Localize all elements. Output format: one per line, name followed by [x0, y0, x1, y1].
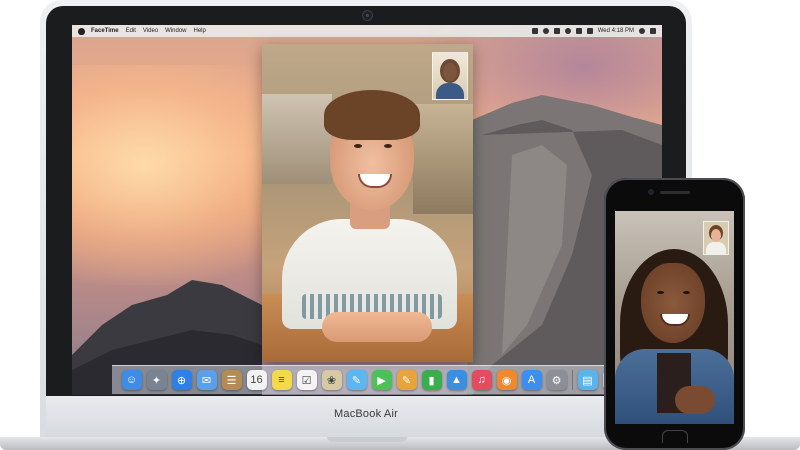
finder-icon[interactable]: ☺ [121, 370, 142, 390]
apple-menu-icon[interactable] [78, 27, 85, 35]
calendar-icon[interactable]: 16 [246, 370, 267, 390]
facetime-call-window[interactable] [262, 44, 473, 362]
front-camera-icon [648, 189, 654, 195]
camera-icon [362, 10, 373, 21]
self-view-face [711, 229, 721, 242]
numbers-icon[interactable]: ▮ [421, 370, 442, 390]
system-preferences-icon[interactable]: ⚙ [546, 370, 567, 390]
app-store-icon[interactable]: A [521, 370, 542, 390]
caller-arm [322, 312, 432, 342]
background-shelf [262, 94, 332, 184]
spotlight-icon[interactable] [639, 28, 645, 34]
safari-icon[interactable]: ⊕ [171, 370, 192, 390]
menu-window[interactable]: Window [165, 25, 186, 37]
caller-eye [683, 291, 690, 294]
folder-icon[interactable]: ▤ [577, 370, 598, 390]
dock: ☺✦⊕✉☰16≡☑❀✎▶✎▮▲♫◉A⚙▤▥ [112, 365, 632, 394]
home-button[interactable] [662, 430, 688, 443]
self-view-thumbnail[interactable] [703, 221, 729, 255]
menu-clock[interactable]: Wed 4:18 PM [598, 25, 634, 37]
menu-edit[interactable]: Edit [126, 25, 136, 37]
caller-eye [384, 144, 392, 148]
laptop-chin: MacBook Air [46, 396, 686, 437]
caller-hair [324, 90, 420, 140]
messages-icon[interactable]: ✎ [346, 370, 367, 390]
iphone-facetime-screen[interactable] [615, 211, 734, 424]
background-shelf [413, 104, 473, 214]
menu-bar: FaceTime Edit Video Window Help Wed 4:18… [72, 25, 662, 37]
dock-separator [571, 370, 573, 390]
menu-help[interactable]: Help [194, 25, 206, 37]
battery-icon[interactable] [586, 28, 593, 34]
caller-eye [354, 144, 362, 148]
caller-eye [657, 291, 664, 294]
itunes-icon[interactable]: ♫ [471, 370, 492, 390]
ibooks-icon[interactable]: ✎ [396, 370, 417, 390]
self-view-face [443, 63, 457, 81]
menu-extras: Wed 4:18 PM [531, 25, 662, 37]
notification-center-icon[interactable] [650, 28, 656, 34]
photos-icon[interactable]: ❀ [321, 370, 342, 390]
self-view-body [706, 242, 726, 254]
airplay-icon[interactable] [531, 28, 538, 34]
model-label: MacBook Air [334, 408, 398, 420]
launchpad-icon[interactable]: ✦ [146, 370, 167, 390]
ibooks-store-icon[interactable]: ◉ [496, 370, 517, 390]
caller-hand [675, 386, 715, 414]
wifi-icon[interactable] [564, 28, 571, 34]
bluetooth-icon[interactable] [553, 28, 560, 34]
volume-icon[interactable] [575, 28, 582, 34]
caller-face [641, 263, 705, 343]
iphone [604, 178, 745, 450]
mac-screen: FaceTime Edit Video Window Help Wed 4:18… [72, 25, 662, 395]
reminders-icon[interactable]: ☑ [296, 370, 317, 390]
time-machine-icon[interactable] [542, 28, 549, 34]
earpiece-speaker [660, 191, 690, 194]
self-view-body [436, 83, 464, 99]
mail-icon[interactable]: ✉ [196, 370, 217, 390]
facetime-icon[interactable]: ▶ [371, 370, 392, 390]
menu-app-name[interactable]: FaceTime [91, 25, 119, 37]
keynote-icon[interactable]: ▲ [446, 370, 467, 390]
contacts-icon[interactable]: ☰ [221, 370, 242, 390]
self-view-thumbnail[interactable] [432, 52, 468, 100]
base-notch [327, 437, 407, 442]
menu-video[interactable]: Video [143, 25, 158, 37]
notes-icon[interactable]: ≡ [271, 370, 292, 390]
